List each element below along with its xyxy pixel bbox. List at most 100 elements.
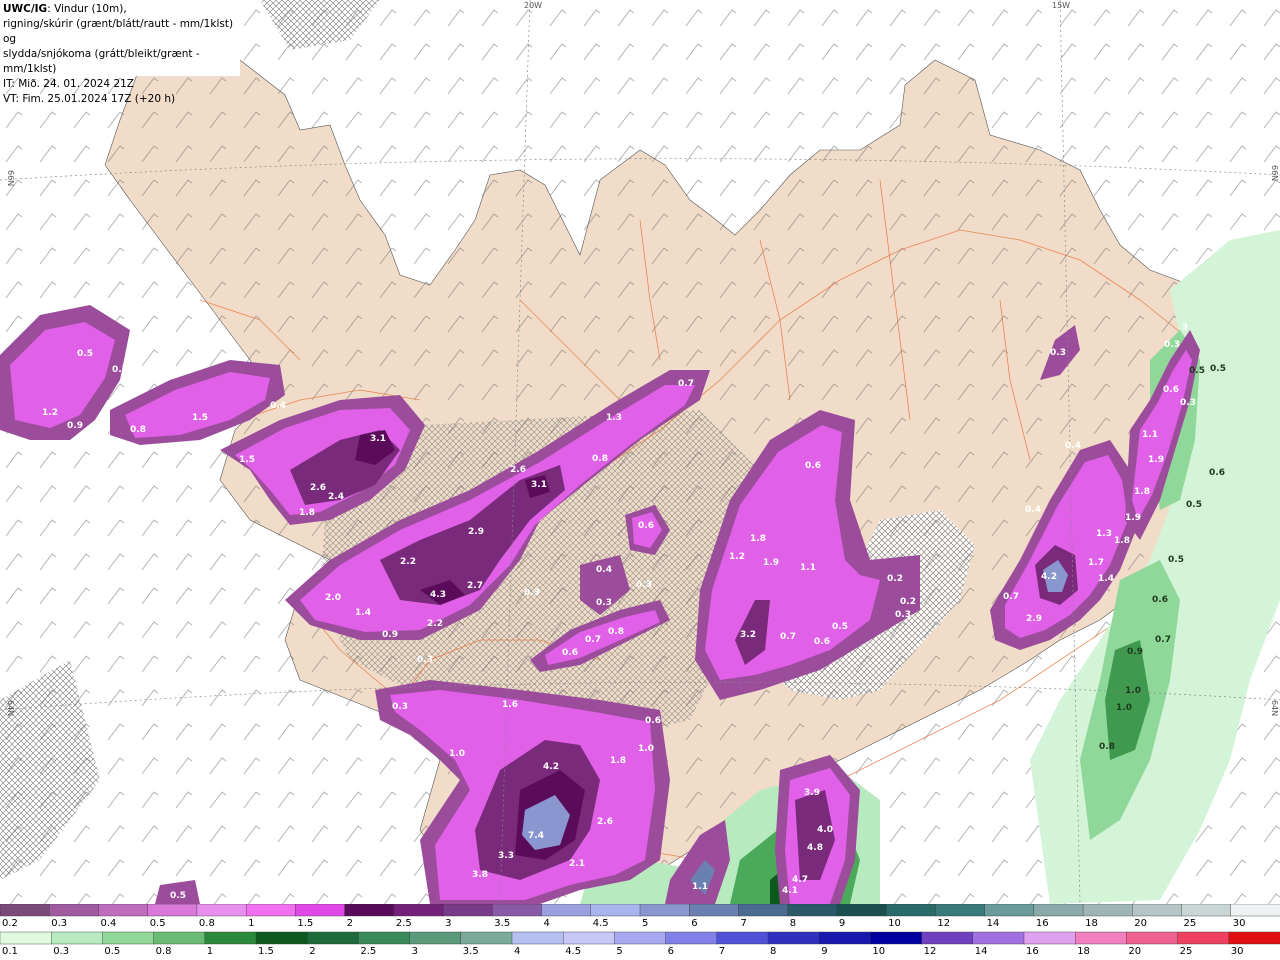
snow-legend-swatch-14 (689, 904, 740, 917)
precip-value-label-1: 0.7 (112, 365, 128, 375)
rain-legend-swatch-5 (255, 931, 308, 945)
snow-legend-label-20: 14 (987, 918, 1000, 929)
rain-legend-label-11: 4.5 (565, 946, 581, 957)
snow-legend-label-8: 2.5 (396, 918, 412, 929)
map-title-box: UWC/IG: Vindur (10m), rigning/skúrir (gr… (0, 0, 240, 105)
precip-value-label-62: 4.7 (792, 875, 808, 885)
snow-legend-swatch-23 (1132, 904, 1183, 917)
snow-legend-swatch-3 (147, 904, 198, 917)
precip-value-label-14: 0.8 (592, 454, 608, 464)
precip-value-label-68: 1.3 (1096, 529, 1112, 539)
snow-legend-swatch-15 (738, 904, 789, 917)
snow-legend-label-17: 9 (839, 918, 845, 929)
precip-value-label-38: 1.1 (800, 563, 816, 573)
grid-label-20w: 20W (524, 1, 542, 10)
snow-legend-swatch-11 (541, 904, 592, 917)
rain-legend-label-13: 6 (668, 946, 674, 957)
rain-legend-label-6: 2 (309, 946, 315, 957)
snow-legend-label-16: 8 (790, 918, 796, 929)
precip-value-label-7: 1.5 (239, 455, 255, 465)
precip-value-label-77: 1.9 (1148, 455, 1164, 465)
snow-legend-swatch-19 (935, 904, 986, 917)
precip-value-label-28: 0.4 (596, 565, 612, 575)
rain-legend-label-18: 12 (924, 946, 937, 957)
rain-legend-swatch-24 (1228, 931, 1280, 945)
rain-legend-label-4: 1 (207, 946, 213, 957)
grid-label-66n-right: 66N (1270, 165, 1279, 181)
precip-value-label-11: 1.8 (299, 508, 315, 518)
precip-value-label-53: 7.4 (528, 831, 544, 841)
snow-legend-label-21: 16 (1036, 918, 1049, 929)
precip-value-label-81: 3 (1182, 323, 1188, 333)
title-text-1: : Vindur (10m), (47, 3, 127, 15)
precip-value-label-41: 0.6 (814, 637, 830, 647)
precip-value-label-39: 3.2 (740, 630, 756, 640)
precip-value-label-56: 2.1 (569, 859, 585, 869)
snow-legend-label-0: 0.2 (2, 918, 18, 929)
snow-legend-swatch-17 (836, 904, 887, 917)
precip-value-label-55: 3.3 (498, 851, 514, 861)
rain-legend-label-17: 10 (872, 946, 885, 957)
precip-value-label-80: 0.3 (1180, 398, 1196, 408)
rain-legend-swatch-13 (665, 931, 718, 945)
precip-value-label-24: 0.9 (382, 630, 398, 640)
snow-legend-swatch-12 (590, 904, 641, 917)
grid-label-15w: 15W (1052, 1, 1070, 10)
snow-legend-swatch-22 (1082, 904, 1134, 917)
rain-legend-label-0: 0.1 (2, 946, 18, 957)
rain-legend-label-16: 9 (821, 946, 827, 957)
precip-value-label-59: 3.9 (804, 788, 820, 798)
precip-value-label-10: 2.4 (328, 492, 344, 502)
precip-value-label-61: 4.8 (807, 843, 823, 853)
weather-map: 20W 15W 66N 66N 64N 64N 0.5 0.7 1.2 0.9 1.5 0… (0, 0, 1280, 904)
grid-label-64n-right: 64N (1270, 700, 1279, 716)
rain-legend-label-7: 2.5 (360, 946, 376, 957)
rain-legend-label-5: 1.5 (258, 946, 274, 957)
snow-legend-swatch-24 (1181, 904, 1232, 917)
rain-value-label-1: 0.5 (1210, 364, 1226, 374)
precip-value-label-37: 1.9 (763, 558, 779, 568)
rain-legend-swatch-23 (1177, 931, 1230, 945)
snow-legend-swatch-0 (0, 904, 50, 917)
snow-legend-label-18: 10 (888, 918, 901, 929)
rain-value-label-7: 0.9 (1127, 647, 1143, 657)
snow-legend-swatch-13 (639, 904, 690, 917)
precip-value-label-25: 0.3 (524, 588, 540, 598)
precip-value-label-50: 1.0 (638, 744, 654, 754)
precip-value-label-6: 0.4 (270, 401, 286, 411)
precip-value-label-51: 1.8 (610, 756, 626, 766)
snow-legend-swatch-20 (984, 904, 1035, 917)
snow-legend-swatch-21 (1033, 904, 1084, 917)
precip-value-label-73: 0.7 (1003, 592, 1019, 602)
rain-legend-swatch-21 (1074, 931, 1128, 945)
rain-legend-swatch-17 (870, 931, 923, 945)
rain-legend-label-3: 0.8 (156, 946, 172, 957)
rain-legend-label-21: 18 (1077, 946, 1090, 957)
snow-legend-label-23: 20 (1134, 918, 1147, 929)
rain-legend-swatch-20 (1023, 931, 1076, 945)
precip-value-label-0: 0.5 (77, 349, 93, 359)
rain-legend-label-15: 8 (770, 946, 776, 957)
precip-value-label-65: 0.3 (1050, 348, 1066, 358)
snow-legend-swatch-7 (344, 904, 395, 917)
precip-value-label-21: 2.0 (325, 593, 341, 603)
valid-time: VT: Fim. 25.01.2024 17Z (+20 h) (3, 93, 176, 105)
precip-value-label-40: 0.7 (780, 632, 796, 642)
precip-value-label-72: 4.2 (1041, 572, 1057, 582)
rain-legend-label-10: 4 (514, 946, 520, 957)
snow-legend-swatch-25 (1230, 904, 1280, 917)
precip-value-label-15: 2.6 (510, 465, 526, 475)
precip-value-label-75: 1.9 (1125, 513, 1141, 523)
precip-value-label-32: 0.7 (585, 635, 601, 645)
rain-legend-label-12: 5 (616, 946, 622, 957)
snow-legend-label-12: 4.5 (593, 918, 609, 929)
rain-legend-swatch-9 (460, 931, 513, 945)
precip-value-label-3: 0.9 (67, 421, 83, 431)
snow-legend-label-13: 5 (642, 918, 648, 929)
snow-legend-swatch-8 (393, 904, 444, 917)
snow-legend-label-6: 1.5 (297, 918, 313, 929)
rain-legend-swatch-12 (614, 931, 667, 945)
rain-legend-swatch-15 (767, 931, 820, 945)
precip-value-label-58: 0.5 (170, 891, 186, 901)
snow-legend-swatch-5 (245, 904, 297, 917)
